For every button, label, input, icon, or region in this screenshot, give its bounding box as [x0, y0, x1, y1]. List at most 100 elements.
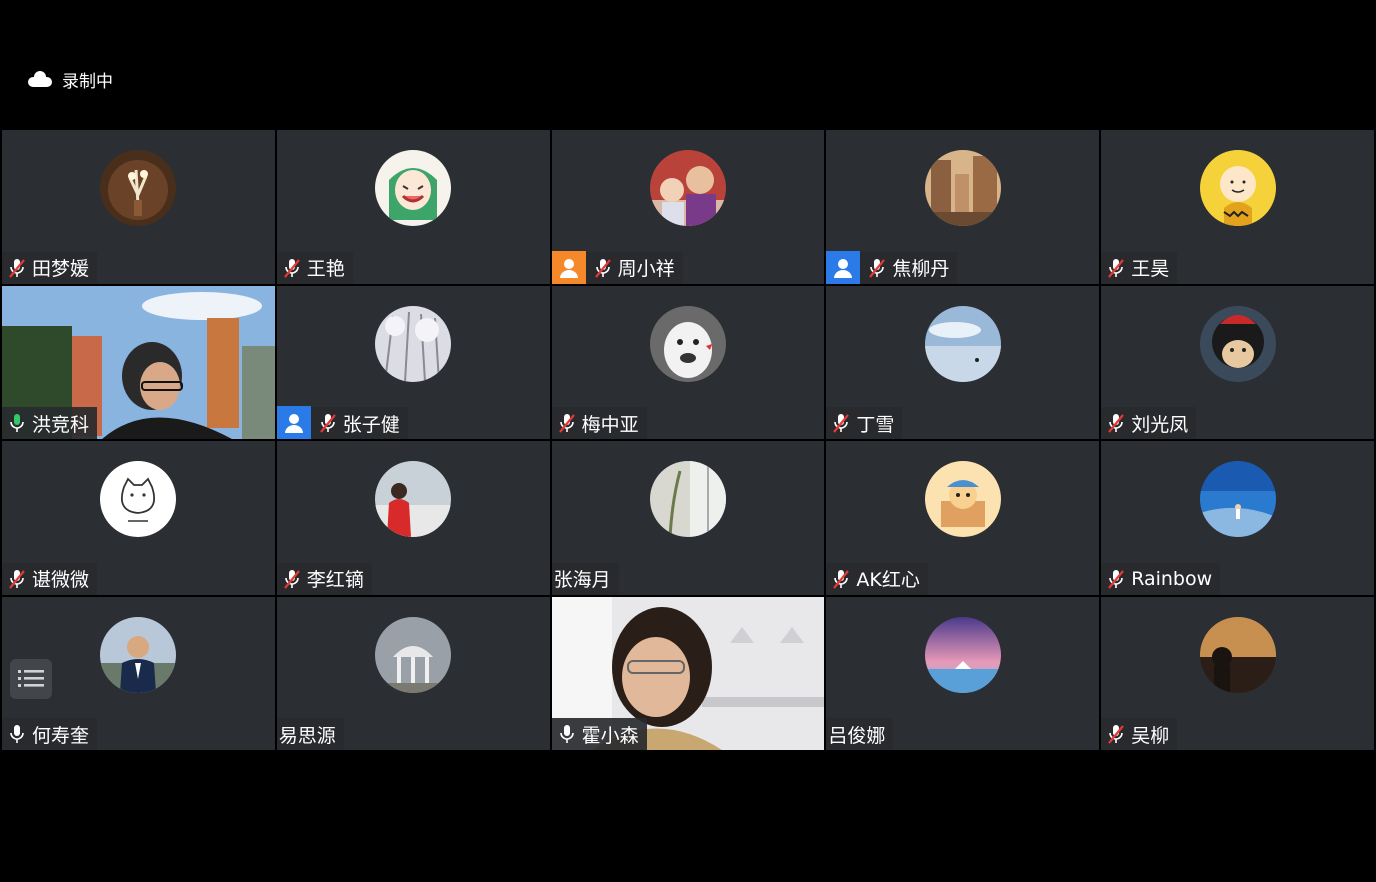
participant-name: 王艳: [306, 258, 345, 280]
avatar: [375, 461, 452, 537]
name-tag: 易思源: [276, 718, 344, 750]
name-tag: 王艳: [276, 251, 353, 284]
avatar: [924, 150, 1001, 226]
participant-tile[interactable]: 何寿奎: [2, 596, 275, 750]
participant-tile[interactable]: 周小祥: [551, 130, 825, 284]
mic-muted-icon: [1108, 414, 1125, 433]
name-tag: 谌微微: [2, 562, 98, 595]
name-tag: 洪竞科: [2, 407, 98, 439]
avatar: [924, 461, 1001, 537]
participant-tile[interactable]: 丁雪: [826, 285, 1100, 439]
mic-icon: [10, 725, 24, 743]
participant-tile[interactable]: 吕俊娜: [826, 596, 1100, 750]
name-tag: 霍小森: [551, 718, 647, 750]
participant-tile[interactable]: Rainbow: [1101, 441, 1374, 595]
name-tag: 梅中亚: [551, 407, 647, 439]
avatar: [375, 150, 452, 226]
name-tag: 丁雪: [826, 407, 903, 439]
mic-muted-icon: [833, 569, 850, 589]
name-tag: 李红镝: [276, 562, 372, 595]
participant-tile[interactable]: 王艳: [276, 130, 550, 284]
participant-tile-video[interactable]: 霍小森: [551, 596, 825, 750]
participant-name: 谌微微: [32, 569, 90, 591]
avatar: [649, 305, 726, 382]
mic-muted-icon: [319, 414, 336, 433]
name-tag: 吕俊娜: [826, 718, 894, 750]
mic-muted-icon: [9, 569, 25, 589]
mic-muted-icon: [594, 258, 611, 278]
participant-tile[interactable]: 张海月: [551, 441, 825, 595]
avatar: [1199, 305, 1276, 382]
name-tag: 周小祥: [551, 250, 683, 284]
mic-muted-icon: [1108, 569, 1125, 589]
participant-name: 张海月: [553, 569, 611, 591]
list-icon: [18, 669, 44, 687]
participant-name: 焦柳丹: [892, 258, 950, 280]
participant-tile[interactable]: 刘光凤: [1101, 285, 1374, 439]
avatar: [649, 150, 726, 226]
mic-speaking-icon: [10, 414, 24, 432]
participant-name: 易思源: [278, 724, 336, 747]
participant-tile[interactable]: 易思源: [276, 596, 550, 750]
cloud-icon: [28, 71, 52, 87]
participant-name: 周小祥: [617, 258, 675, 280]
participant-tile[interactable]: 王昊: [1101, 130, 1374, 284]
mic-muted-icon: [1108, 258, 1125, 278]
participant-tile[interactable]: 梅中亚: [551, 285, 825, 439]
participant-tile[interactable]: AK红心: [826, 441, 1100, 595]
participant-list-button[interactable]: [10, 658, 52, 699]
name-tag: 张海月: [551, 562, 619, 595]
name-tag: Rainbow: [1101, 562, 1221, 595]
name-tag: 何寿奎: [2, 718, 98, 750]
avatar: [1199, 616, 1276, 693]
participant-tile[interactable]: 吴柳: [1101, 596, 1374, 750]
participant-tile[interactable]: 谌微微: [2, 441, 275, 595]
mic-muted-icon: [1108, 725, 1125, 744]
participant-grid: 田梦媛 王艳 周小祥 焦柳丹 王昊 洪竞科 张子健 梅中亚 丁雪 刘光凤 谌微微…: [2, 130, 1374, 750]
name-tag: 田梦媛: [2, 251, 98, 284]
name-tag: 张子健: [276, 406, 408, 439]
participant-name: 刘光凤: [1131, 413, 1189, 436]
participant-name: 王昊: [1131, 258, 1170, 280]
avatar: [375, 305, 452, 382]
cohost-badge: [276, 406, 311, 439]
person-icon: [834, 258, 853, 278]
avatar: [100, 461, 177, 537]
mic-muted-icon: [833, 414, 850, 433]
mic-muted-icon: [283, 569, 300, 589]
name-tag: 焦柳丹: [826, 250, 958, 284]
host-badge: [551, 250, 586, 284]
mic-muted-icon: [9, 258, 25, 278]
participant-name: 丁雪: [856, 413, 895, 436]
mic-muted-icon: [869, 258, 886, 278]
name-tag: 刘光凤: [1101, 407, 1197, 439]
participant-name: Rainbow: [1131, 567, 1213, 590]
participant-name: 吕俊娜: [828, 724, 886, 747]
participant-name: 梅中亚: [581, 413, 639, 436]
participant-name: 洪竞科: [32, 413, 90, 436]
participant-name: 张子健: [342, 413, 400, 436]
participant-tile[interactable]: 张子健: [276, 285, 550, 439]
recording-label: 录制中: [62, 71, 113, 92]
person-icon: [559, 258, 578, 278]
mic-muted-icon: [558, 414, 575, 433]
cohost-badge: [826, 250, 861, 284]
avatar: [375, 616, 452, 693]
participant-name: 吴柳: [1131, 724, 1170, 747]
avatar: [924, 616, 1001, 693]
participant-tile[interactable]: 焦柳丹: [826, 130, 1100, 284]
participant-tile[interactable]: 李红镝: [276, 441, 550, 595]
participant-name: 霍小森: [581, 724, 639, 747]
participant-name: 何寿奎: [32, 724, 90, 747]
participant-tile-video[interactable]: 洪竞科: [2, 285, 275, 439]
avatar: [1199, 461, 1276, 537]
participant-name: 田梦媛: [32, 258, 90, 280]
avatar: [1199, 150, 1276, 226]
mic-icon: [559, 725, 574, 743]
participant-name: AK红心: [856, 569, 920, 591]
participant-name: 李红镝: [306, 569, 364, 591]
participant-tile[interactable]: 田梦媛: [2, 130, 275, 284]
name-tag: 吴柳: [1101, 718, 1178, 750]
name-tag: AK红心: [826, 562, 928, 595]
avatar: [924, 305, 1001, 382]
